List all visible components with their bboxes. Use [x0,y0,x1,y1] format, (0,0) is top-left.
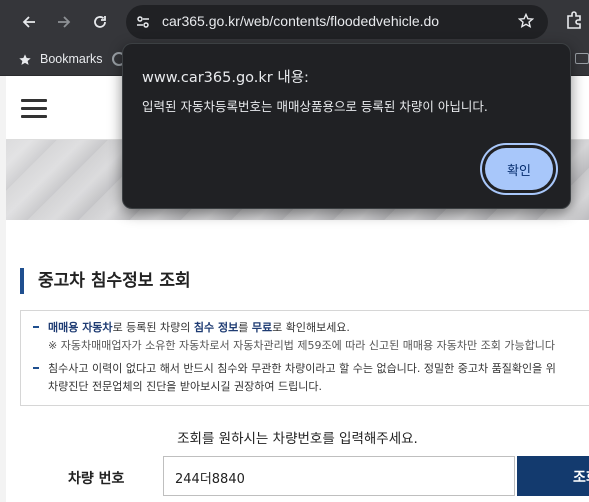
reload-icon[interactable] [88,10,112,34]
info-line-3: 침수사고 이력이 없다고 해서 반드시 침수와 무관한 차량이라고 할 수는 없… [48,362,556,375]
url-text[interactable]: car365.go.kr/web/contents/floodedvehicle… [162,13,439,29]
ok-button[interactable]: 확인 [485,148,553,190]
plate-number-label: 차량 번호 [68,471,125,487]
bookmarks-star-icon [18,52,32,71]
info-emphasis: 매매용 자동차 [48,321,113,334]
folder-icon[interactable] [575,53,589,64]
info-line-2: ※ 자동차매매업자가 소유한 자동차로서 자동차관리법 제59조에 따라 신고된… [48,339,555,352]
bullet-icon [33,326,39,328]
page-title: 중고차 침수정보 조회 [20,268,191,294]
info-emphasis: 침수 정보 [193,321,239,334]
address-bar[interactable]: car365.go.kr/web/contents/floodedvehicle… [126,5,548,39]
bookmark-star-icon[interactable] [517,12,535,33]
back-icon[interactable] [17,10,41,34]
main-content: 중고차 침수정보 조회 매매용 자동차로 등록된 차량의 침수 정보를 무료로 … [6,220,589,502]
info-text: 로 확인해보세요. [272,321,350,334]
extensions-icon[interactable] [564,10,584,34]
search-prompt: 조회를 원하시는 차량번호를 입력해주세요. [177,431,418,447]
site-info-icon[interactable] [135,14,151,34]
info-text: 를 [238,321,252,334]
dialog-title: www.car365.go.kr 내용: [142,70,309,86]
plate-number-input[interactable]: 244더8840 [163,456,515,496]
info-line-4: 차량진단 전문업체의 진단을 받아보시길 권장하여 드립니다. [48,380,322,393]
dialog-message: 입력된 자동차등록번호는 매매상품용으로 등록된 차량이 아닙니다. [142,99,488,114]
alert-dialog: www.car365.go.kr 내용: 입력된 자동차등록번호는 매매상품용으… [122,43,571,209]
bullet-icon [33,367,39,369]
info-line-1: 매매용 자동차로 등록된 차량의 침수 정보를 무료로 확인해보세요. [48,319,350,335]
info-box: 매매용 자동차로 등록된 차량의 침수 정보를 무료로 확인해보세요. ※ 자동… [20,310,589,406]
search-button[interactable]: 조회 [517,456,589,496]
bookmarks-label[interactable]: Bookmarks [40,52,103,66]
forward-icon[interactable] [52,10,76,34]
info-text: 로 등록된 차량의 [112,321,194,334]
browser-toolbar: car365.go.kr/web/contents/floodedvehicle… [0,0,589,44]
menu-icon[interactable] [21,99,47,119]
info-emphasis: 무료 [251,321,273,334]
